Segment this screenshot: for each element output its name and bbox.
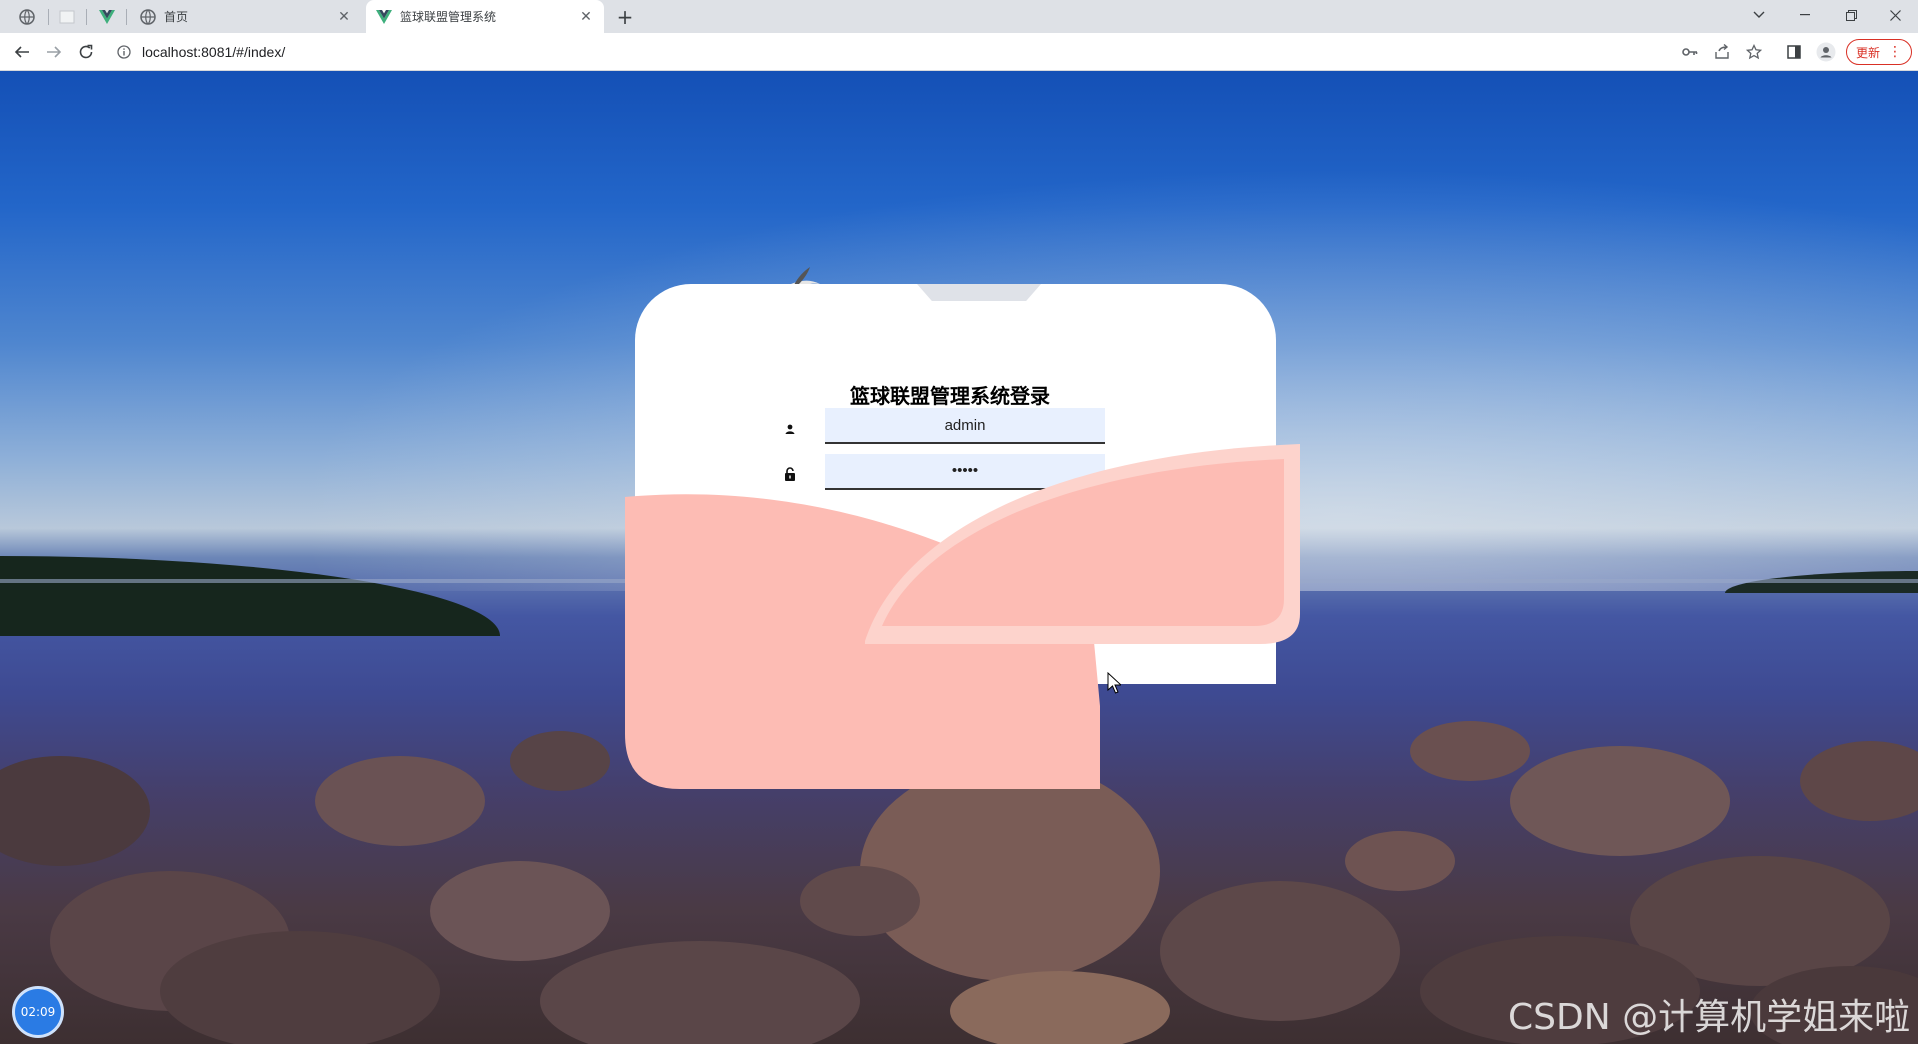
url-text[interactable]: localhost:8081/#/index/	[142, 44, 285, 60]
close-icon[interactable]: ✕	[336, 9, 352, 25]
globe-icon	[19, 9, 35, 25]
watermark: CSDN @计算机学姐来啦	[1508, 997, 1911, 1038]
chevron-down-icon	[1753, 11, 1765, 18]
tab-title: 篮球联盟管理系统	[400, 10, 497, 24]
update-button[interactable]: 更新 ⋮	[1846, 39, 1912, 65]
password-key-button[interactable]	[1678, 40, 1702, 64]
tab-strip: 首页 ✕ 篮球联盟管理系统 ✕ +	[0, 0, 1918, 33]
page-icon	[59, 10, 75, 24]
tab-vue-pinned[interactable]	[92, 4, 122, 30]
globe-icon	[140, 8, 156, 25]
login-title: 篮球联盟管理系统登录	[850, 384, 1050, 408]
card-notch	[917, 284, 1041, 301]
browser-toolbar: localhost:8081/#/index/ 更新 ⋮	[0, 33, 1918, 71]
vue-logo-icon	[99, 10, 115, 24]
side-panel-icon	[1787, 45, 1801, 59]
tab-home[interactable]: 首页 ✕	[130, 0, 362, 33]
user-icon	[780, 419, 800, 439]
tab-basketball-system[interactable]: 篮球联盟管理系统 ✕	[366, 0, 604, 33]
profile-button[interactable]	[1814, 40, 1838, 64]
mouse-cursor-icon	[1107, 672, 1121, 694]
tab-blank-pinned[interactable]	[52, 4, 82, 30]
login-card: 篮球联盟管理系统登录 ••••• 登录	[625, 284, 1300, 789]
recording-timer: 02:09	[12, 986, 64, 1038]
bookmark-button[interactable]	[1742, 40, 1766, 64]
login-button[interactable]: 登录	[1119, 640, 1209, 680]
more-vert-icon: ⋮	[1888, 44, 1902, 60]
login-wave-decoration	[625, 444, 1300, 789]
arrow-left-icon	[14, 46, 29, 58]
share-button[interactable]	[1710, 40, 1734, 64]
update-label: 更新	[1855, 45, 1880, 60]
side-panel-button[interactable]	[1782, 40, 1806, 64]
vue-logo-icon	[376, 9, 392, 24]
tab-globe-pinned[interactable]	[12, 4, 42, 30]
address-bar[interactable]: localhost:8081/#/index/	[110, 38, 1830, 66]
reload-button[interactable]	[72, 38, 100, 66]
close-icon	[1889, 9, 1901, 21]
back-button[interactable]	[8, 38, 36, 66]
reload-icon	[79, 44, 93, 59]
minimize-icon	[1800, 14, 1810, 16]
key-icon	[1682, 48, 1698, 56]
tab-search-button[interactable]	[1736, 0, 1782, 30]
share-icon	[1715, 44, 1729, 59]
avatar-icon	[1816, 42, 1836, 62]
username-input[interactable]	[825, 408, 1105, 444]
close-window-button[interactable]	[1872, 0, 1918, 30]
star-icon	[1746, 44, 1762, 60]
close-icon[interactable]: ✕	[578, 9, 594, 25]
new-tab-button[interactable]: +	[612, 4, 638, 30]
minimize-button[interactable]	[1782, 0, 1828, 30]
tab-title: 首页	[164, 10, 189, 24]
restore-button[interactable]	[1828, 0, 1874, 30]
restore-icon	[1845, 9, 1857, 21]
info-icon[interactable]	[116, 44, 132, 60]
arrow-right-icon	[47, 46, 62, 58]
forward-button[interactable]	[40, 38, 68, 66]
